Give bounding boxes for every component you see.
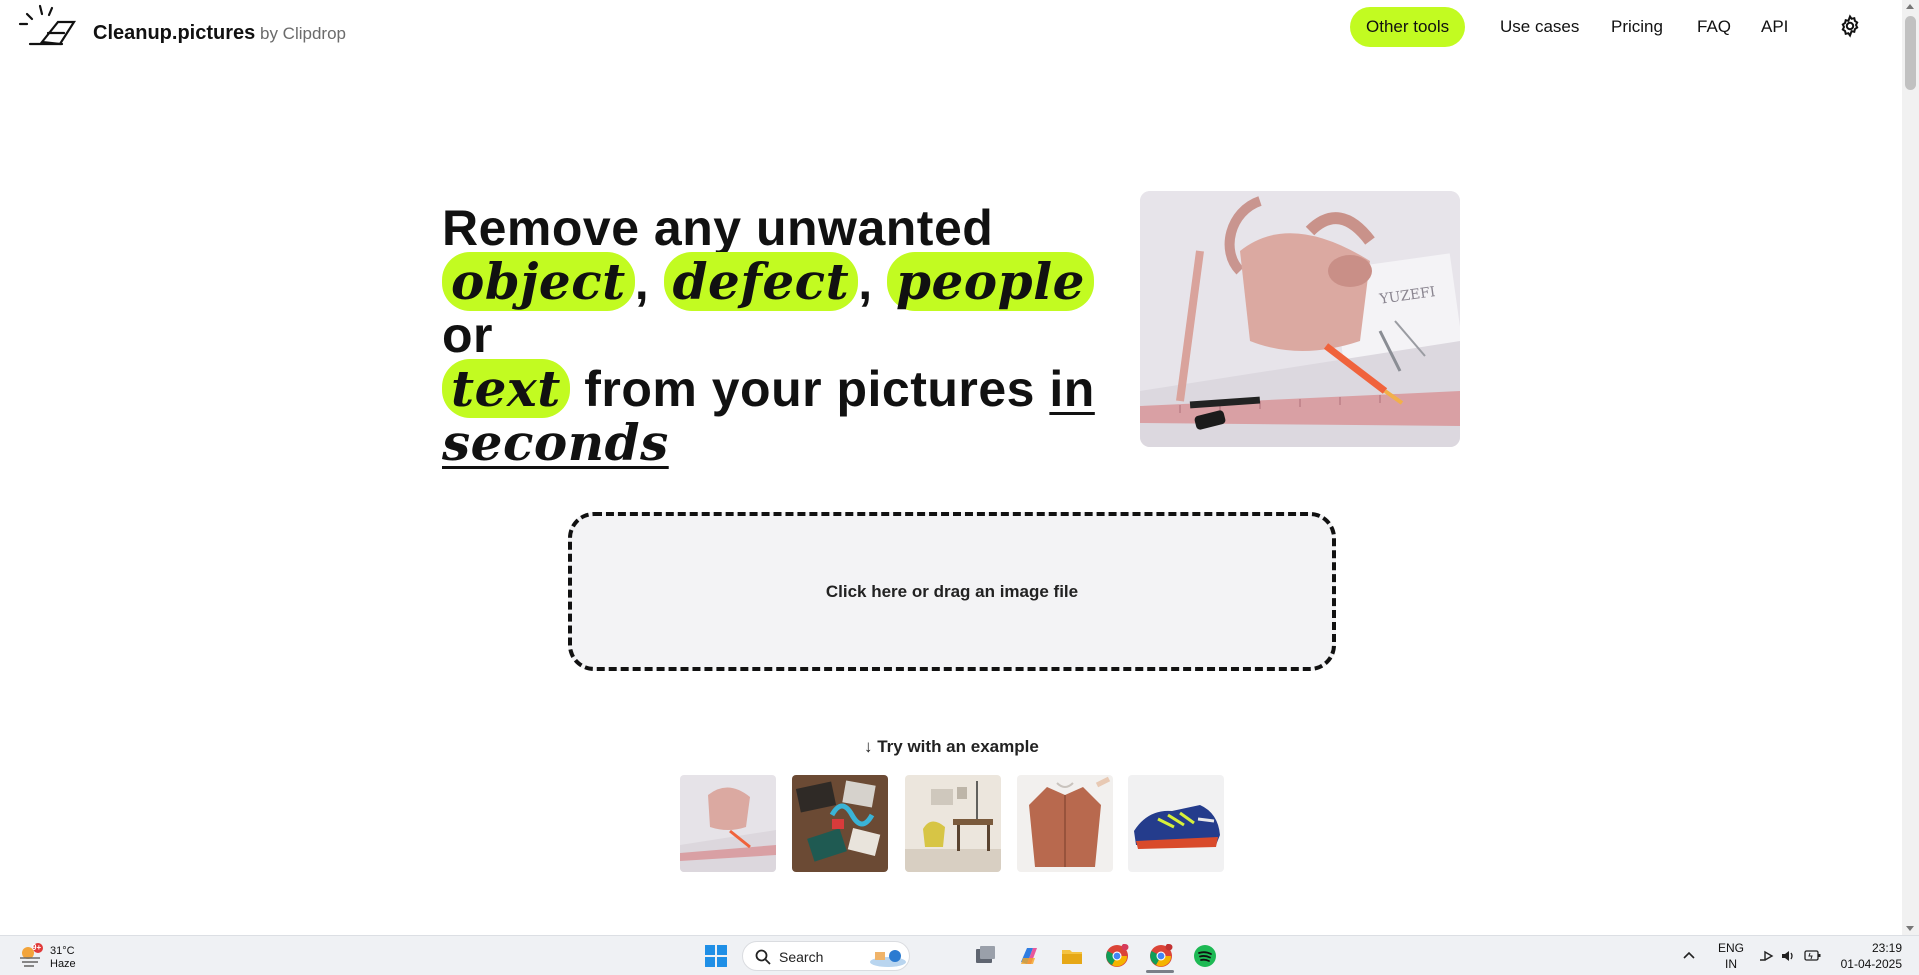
brand-name[interactable]: Cleanup.pictures (93, 22, 255, 45)
taskbar-search-box[interactable]: Search (742, 941, 910, 971)
headline-or: or (442, 307, 493, 363)
volume-icon[interactable] (1780, 948, 1796, 964)
headline-comma: , (858, 254, 873, 310)
region-code: IN (1725, 957, 1737, 971)
weather-temp: 31°C (50, 945, 75, 957)
taskbar-search-label: Search (779, 949, 824, 965)
battery-icon[interactable] (1804, 949, 1822, 963)
chevron-up-icon[interactable] (1682, 950, 1696, 960)
hero-headline: Remove any unwanted object, defect, peop… (442, 202, 1122, 470)
highlight-text: text (442, 359, 570, 418)
nav-api-link[interactable]: API (1761, 7, 1788, 47)
copilot-icon[interactable] (1017, 944, 1041, 968)
notification-badge: 9+ (32, 943, 42, 952)
scrollbar-thumb[interactable] (1905, 16, 1916, 90)
eraser-logo-icon[interactable] (18, 4, 78, 50)
chrome-profile-icon[interactable] (1149, 944, 1173, 968)
headline-line1: Remove any unwanted (442, 200, 994, 256)
example-thumbnail-desk-tools[interactable] (792, 775, 888, 872)
clock-time: 23:19 (1871, 941, 1902, 955)
try-example-label: ↓ Try with an example (864, 737, 1039, 756)
headline-from: from your pictures (584, 361, 1035, 417)
highlight-defect: defect (663, 252, 859, 311)
headline-seconds: seconds (442, 413, 669, 472)
windows-taskbar: 9+ 31°C Haze Search ENG IN 23:19 01-04-2… (0, 935, 1919, 975)
chrome-icon[interactable] (1105, 944, 1129, 968)
file-explorer-icon[interactable] (1060, 944, 1084, 968)
highlight-object: object (442, 252, 635, 311)
task-view-icon[interactable] (973, 944, 997, 968)
language-code: ENG (1717, 941, 1744, 955)
highlight-people: people (887, 252, 1094, 311)
windows-start-icon[interactable] (704, 944, 728, 968)
example-thumbnail-room[interactable] (905, 775, 1001, 872)
nav-faq-link[interactable]: FAQ (1697, 7, 1731, 47)
example-thumbnail-jacket[interactable] (1017, 775, 1113, 872)
example-thumbnail-sneaker[interactable] (1128, 775, 1224, 872)
brand-byline[interactable]: by Clipdrop (260, 24, 346, 44)
search-highlight-icon (870, 950, 906, 967)
page-scrollbar[interactable] (1902, 0, 1919, 935)
language-indicator[interactable]: ENG IN (1716, 940, 1746, 972)
weather-readout[interactable]: 31°C Haze (50, 945, 76, 971)
active-app-indicator (1146, 970, 1174, 973)
example-thumbnail-bag[interactable] (680, 775, 776, 872)
headline-in: in (1049, 361, 1095, 417)
settings-gear-icon[interactable] (1838, 14, 1862, 38)
network-icon[interactable] (1758, 948, 1774, 964)
top-nav-bar: Cleanup.pictures by Clipdrop Other tools… (0, 0, 1902, 64)
system-clock[interactable]: 23:19 01-04-2025 (1838, 940, 1902, 972)
nav-pricing-link[interactable]: Pricing (1611, 7, 1663, 47)
spotify-icon[interactable] (1193, 944, 1217, 968)
search-icon (755, 949, 771, 965)
scroll-up-arrow-icon[interactable] (1906, 4, 1914, 9)
nav-use-cases-link[interactable]: Use cases (1500, 7, 1579, 47)
hero-example-image: YUZEFI (1140, 191, 1460, 447)
dropzone-label: Click here or drag an image file (825, 581, 1079, 601)
image-upload-dropzone[interactable]: Click here or drag an image file (568, 512, 1336, 671)
weather-condition: Haze (50, 958, 76, 970)
headline-comma: , (634, 254, 650, 310)
clock-date: 01-04-2025 (1840, 957, 1902, 971)
scroll-down-arrow-icon[interactable] (1906, 926, 1914, 931)
nav-other-tools-button[interactable]: Other tools (1350, 7, 1466, 47)
